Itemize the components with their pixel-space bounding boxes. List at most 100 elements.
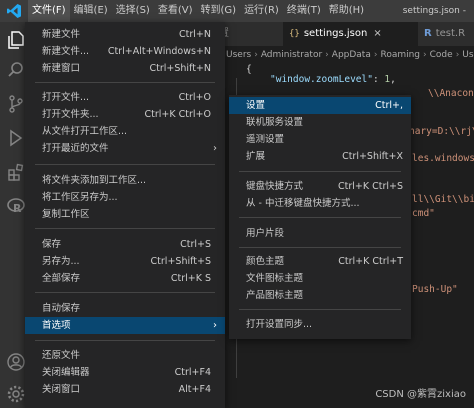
menu-item-close-editor[interactable]: 关闭编辑器 Ctrl+F4 <box>25 364 225 381</box>
json-file-icon: {} <box>289 29 300 39</box>
menu-file[interactable]: 文件(F) <box>28 0 70 22</box>
run-debug-icon[interactable] <box>6 128 26 148</box>
menu-item-label: 将工作区另存为... <box>42 192 118 203</box>
menu-item-new-file[interactable]: 新建文件... Ctrl+Alt+Windows+N <box>25 43 225 60</box>
menu-item-extensions[interactable]: 扩展 Ctrl+Shift+X <box>229 148 411 165</box>
menu-item-shortcut: Ctrl+Alt+Windows+N <box>107 46 211 57</box>
r-file-icon: R <box>424 28 432 39</box>
menu-item-label: 颜色主题 <box>246 256 285 267</box>
menu-item-shortcut: Alt+F4 <box>178 384 211 395</box>
menu-item-shortcut: Ctrl+K Ctrl+T <box>338 256 403 267</box>
breadcrumb-item[interactable]: Users <box>226 50 251 60</box>
menu-item-open-recent[interactable]: 打开最近的文件 › <box>25 140 225 157</box>
file-menu-dropdown: 新建文件 Ctrl+N 新建文件... Ctrl+Alt+Windows+N 新建窗… <box>25 22 225 408</box>
preferences-submenu: 设置 Ctrl+, 联机服务设置 遥测设置 扩展 Ctrl+Shift+X 键盘快捷… <box>229 95 411 339</box>
json-comma: , <box>390 74 396 85</box>
code-line: ll\\Git\\bin <box>412 194 474 205</box>
menu-item-label: 新建窗口 <box>42 63 81 74</box>
menu-item-shortcut: Ctrl+Shift+N <box>149 63 211 74</box>
chevron-right-icon: › <box>213 320 217 331</box>
menu-item-add-folder-to-workspace[interactable]: 将文件夹添加到工作区... <box>25 172 225 189</box>
menu-item-duplicate-workspace[interactable]: 复制工作区 <box>25 206 225 223</box>
menu-item-color-theme[interactable]: 颜色主题 Ctrl+K Ctrl+T <box>229 253 411 270</box>
menu-terminal[interactable]: 终端(T) <box>283 0 325 22</box>
breadcrumb-item[interactable]: Administrator <box>261 50 322 60</box>
tab-label: settings.json <box>303 28 368 39</box>
menu-item-preferences[interactable]: 首选项 › <box>25 317 225 334</box>
menu-item-new-text-file[interactable]: 新建文件 Ctrl+N <box>25 26 225 43</box>
menu-item-product-icon-theme[interactable]: 产品图标主题 <box>229 287 411 304</box>
breadcrumb-item[interactable]: AppData <box>332 50 371 60</box>
close-icon[interactable]: × <box>373 28 381 39</box>
menu-item-save-workspace-as[interactable]: 将工作区另存为... <box>25 189 225 206</box>
breadcrumb-item[interactable]: User <box>462 50 474 60</box>
manage-gear-icon[interactable] <box>6 384 26 404</box>
menu-item-file-icon-theme[interactable]: 文件图标主题 <box>229 270 411 287</box>
menu-separator <box>239 247 401 248</box>
menu-item-label: 文件图标主题 <box>246 273 304 284</box>
menu-item-telemetry-settings[interactable]: 遥测设置 <box>229 131 411 148</box>
menu-item-label: 新建文件 <box>42 29 81 40</box>
menu-item-open-folder[interactable]: 打开文件夹... Ctrl+K Ctrl+O <box>25 106 225 123</box>
menu-item-save-all[interactable]: 全部保存 Ctrl+K S <box>25 270 225 287</box>
menu-item-save-as[interactable]: 另存为... Ctrl+Shift+S <box>25 253 225 270</box>
menu-item-shortcut: Ctrl+F4 <box>174 367 211 378</box>
menu-item-label: 遥测设置 <box>246 134 285 145</box>
menu-item-label: 从文件打开工作区... <box>42 126 128 137</box>
code-line: { <box>246 64 252 75</box>
window-title: settings.json - <box>402 6 466 16</box>
menu-separator <box>239 309 401 310</box>
code-line: nary=D:\\rj\ <box>409 126 474 137</box>
breadcrumb-item[interactable]: Code <box>430 50 453 60</box>
menu-item-auto-save[interactable]: 自动保存 <box>25 300 225 317</box>
menu-item-user-snippets[interactable]: 用户片段 <box>229 225 411 242</box>
menu-item-shortcut: Ctrl+O <box>178 92 211 103</box>
chevron-right-icon: › <box>325 50 329 60</box>
menu-item-label: 打开设置同步... <box>246 319 313 330</box>
menu-run[interactable]: 运行(R) <box>240 0 283 22</box>
account-icon[interactable] <box>6 352 26 372</box>
code-line: les.windows" <box>412 153 474 164</box>
r-icon[interactable]: R <box>6 196 26 216</box>
explorer-icon[interactable] <box>6 30 26 50</box>
extensions-icon[interactable] <box>6 162 26 182</box>
menu-item-shortcut: Ctrl+S <box>180 239 211 250</box>
menu-edit[interactable]: 编辑(E) <box>70 0 112 22</box>
menu-item-save[interactable]: 保存 Ctrl+S <box>25 236 225 253</box>
menu-item-keyboard-shortcuts[interactable]: 键盘快捷方式 Ctrl+K Ctrl+S <box>229 178 411 195</box>
menu-item-open-workspace[interactable]: 从文件打开工作区... <box>25 123 225 140</box>
code-line: "window.zoomLevel": 1, <box>270 74 396 85</box>
menu-item-label: 打开文件... <box>42 92 90 103</box>
menu-separator <box>239 171 401 172</box>
menu-selection[interactable]: 选择(S) <box>112 0 154 22</box>
menu-help[interactable]: 帮助(H) <box>325 0 368 22</box>
title-bar: 文件(F) 编辑(E) 选择(S) 查看(V) 转到(G) 运行(R) 终端(T… <box>0 0 474 22</box>
menu-item-close-window[interactable]: 关闭窗口 Alt+F4 <box>25 381 225 398</box>
tab-test-r[interactable]: Rtest.R <box>418 22 474 46</box>
breadcrumb-item[interactable]: Roaming <box>380 50 420 60</box>
menu-item-shortcut: Ctrl+Shift+S <box>150 256 211 267</box>
menu-bar: 文件(F) 编辑(E) 选择(S) 查看(V) 转到(G) 运行(R) 终端(T… <box>28 0 368 22</box>
vscode-logo-icon <box>7 4 21 18</box>
svg-text:R: R <box>13 202 22 215</box>
menu-view[interactable]: 查看(V) <box>154 0 197 22</box>
menu-item-open-file[interactable]: 打开文件... Ctrl+O <box>25 89 225 106</box>
menu-item-online-services-settings[interactable]: 联机服务设置 <box>229 114 411 131</box>
menu-item-shortcut: Ctrl+K Ctrl+O <box>144 109 211 120</box>
menu-item-label: 用户片段 <box>246 228 285 239</box>
code-line: \\Anaconda3\ <box>428 88 474 99</box>
breadcrumb: Users › Administrator › AppData › Roaming › Code… <box>226 46 474 64</box>
source-control-icon[interactable] <box>6 94 26 114</box>
menu-item-label: 新建文件... <box>42 46 90 57</box>
menu-item-shortcut: Ctrl+K S <box>170 273 211 284</box>
tab-settings-json[interactable]: {} settings.json × <box>283 22 418 46</box>
search-icon[interactable] <box>6 60 26 80</box>
menu-item-settings[interactable]: 设置 Ctrl+, <box>229 97 411 114</box>
menu-go[interactable]: 转到(G) <box>197 0 241 22</box>
menu-item-settings-sync[interactable]: 打开设置同步... <box>229 316 411 333</box>
json-key: "window.zoomLevel" <box>270 74 373 85</box>
menu-item-revert-file[interactable]: 还原文件 <box>25 347 225 364</box>
menu-item-migrate-keybindings[interactable]: 从 - 中迁移键盘快捷方式... <box>229 195 411 212</box>
chevron-right-icon: › <box>213 143 217 154</box>
menu-item-new-window[interactable]: 新建窗口 Ctrl+Shift+N <box>25 60 225 77</box>
